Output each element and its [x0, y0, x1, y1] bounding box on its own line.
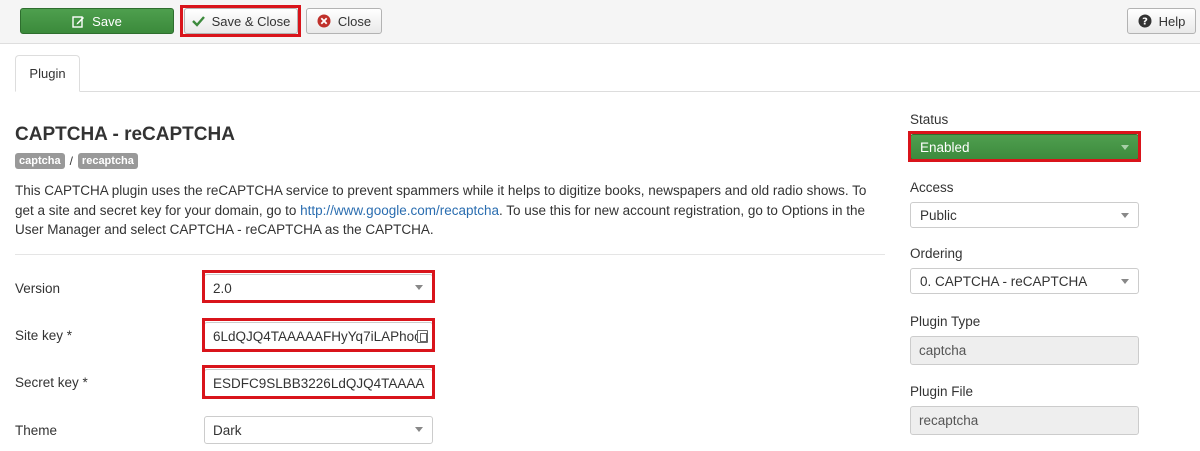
theme-label: Theme [15, 423, 58, 438]
plugin-description: This CAPTCHA plugin uses the reCAPTCHA s… [15, 181, 885, 240]
plugin-type-field: captcha [910, 336, 1139, 365]
chevron-down-icon [415, 427, 423, 432]
tag-separator: / [69, 154, 73, 168]
tag-badge: captcha [15, 153, 65, 169]
secret-key-label: Secret key * [15, 375, 88, 390]
version-select[interactable]: 2.0 [204, 274, 433, 302]
question-circle-icon: ? [1138, 14, 1152, 28]
help-button-label: Help [1158, 13, 1186, 29]
access-value: Public [920, 207, 957, 223]
plugin-file-label: Plugin File [910, 384, 974, 399]
edit-icon [72, 15, 85, 28]
version-value: 2.0 [213, 280, 232, 296]
plugin-type-value: captcha [919, 343, 967, 358]
ordering-select[interactable]: 0. CAPTCHA - reCAPTCHA [910, 268, 1139, 294]
cancel-circle-icon [317, 14, 331, 28]
tag-list: captcha / recaptcha [15, 153, 138, 169]
site-key-value: 6LdQJQ4TAAAAAFHyYq7iLAPhoc [213, 328, 421, 344]
ordering-label: Ordering [910, 246, 963, 261]
chevron-down-icon [415, 285, 423, 290]
close-button-label: Close [337, 13, 372, 29]
version-label: Version [15, 281, 61, 296]
theme-value: Dark [213, 422, 242, 438]
copy-icon[interactable] [417, 330, 428, 343]
section-divider [15, 254, 885, 255]
site-key-label: Site key * [15, 328, 73, 343]
access-select[interactable]: Public [910, 202, 1139, 228]
tag-badge: recaptcha [77, 153, 138, 169]
site-key-input[interactable]: 6LdQJQ4TAAAAAFHyYq7iLAPhoc [204, 322, 433, 350]
ordering-value: 0. CAPTCHA - reCAPTCHA [920, 273, 1088, 289]
plugin-file-value: recaptcha [919, 413, 979, 428]
tab-plugin-label: Plugin [29, 66, 66, 81]
chevron-down-icon [1121, 279, 1129, 284]
save-and-close-highlight [180, 5, 301, 37]
status-value: Enabled [920, 139, 970, 155]
tab-plugin[interactable]: Plugin [15, 55, 80, 92]
help-button[interactable]: ? Help [1127, 8, 1196, 34]
status-select[interactable]: Enabled [910, 134, 1139, 160]
secret-key-value: ESDFC9SLBB3226LdQJQ4TAAAA [213, 375, 425, 391]
page-title: CAPTCHA - reCAPTCHA [15, 124, 235, 145]
plugin-type-label: Plugin Type [910, 314, 981, 329]
status-label: Status [910, 112, 949, 127]
recaptcha-link[interactable]: http://www.google.com/recaptcha [300, 203, 499, 218]
svg-text:?: ? [1142, 17, 1148, 28]
chevron-down-icon [1121, 145, 1129, 150]
theme-select[interactable]: Dark [204, 416, 433, 444]
secret-key-input[interactable]: ESDFC9SLBB3226LdQJQ4TAAAA [204, 369, 433, 397]
access-label: Access [910, 180, 954, 195]
chevron-down-icon [1121, 213, 1129, 218]
close-button[interactable]: Close [306, 8, 382, 34]
save-button[interactable]: Save [20, 8, 174, 34]
toolbar: Save Save & Close Close ? Help [0, 0, 1200, 44]
tab-bar-divider [15, 91, 1200, 92]
plugin-file-field: recaptcha [910, 406, 1139, 435]
save-button-label: Save [92, 13, 122, 29]
